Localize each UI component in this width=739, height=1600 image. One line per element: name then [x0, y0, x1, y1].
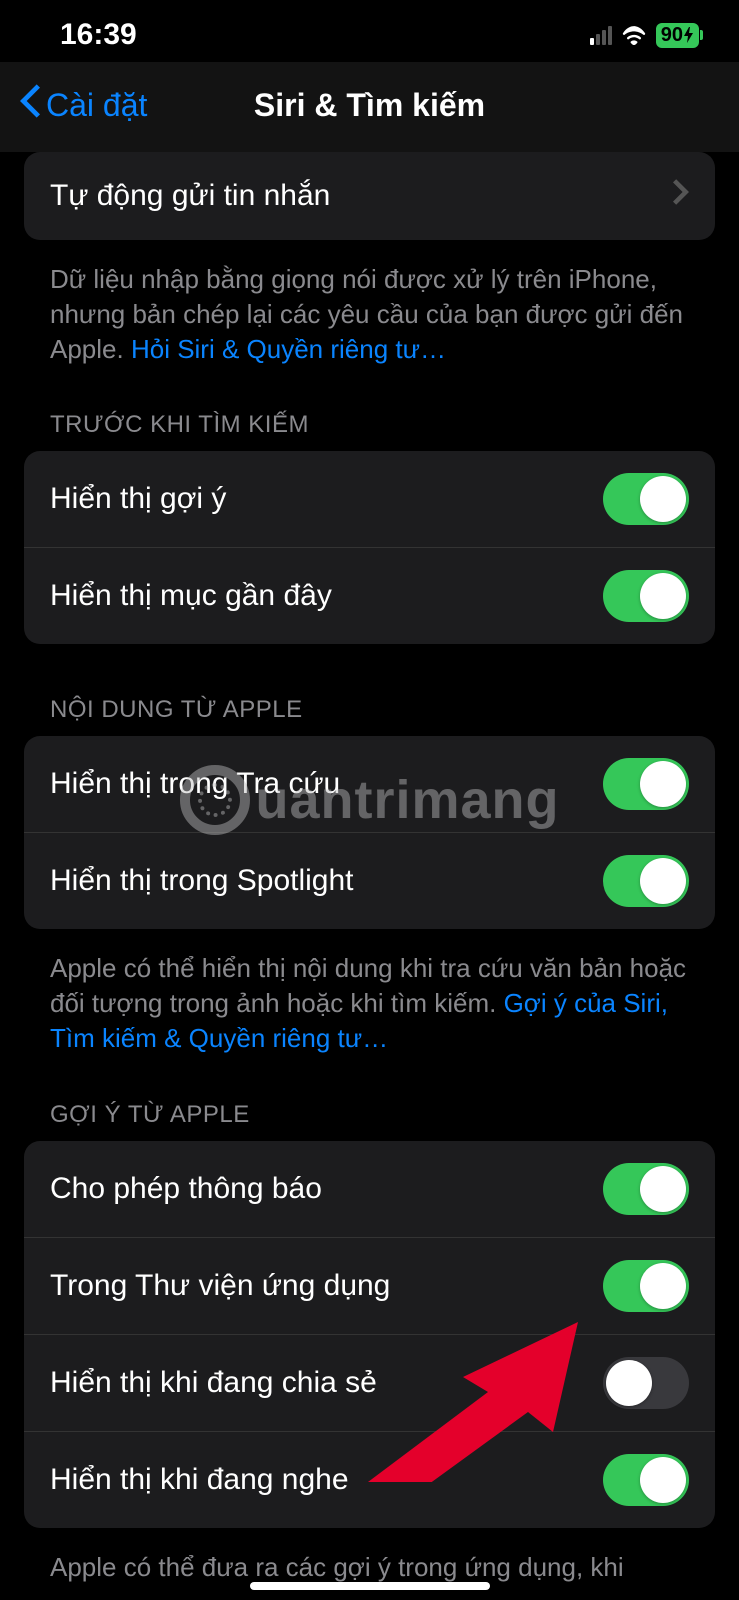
group-before-search: Hiển thị gợi ý Hiển thị mục gần đây: [24, 451, 715, 644]
toggle-show-in-lookup[interactable]: [603, 758, 689, 810]
row-label: Tự động gửi tin nhắn: [50, 179, 330, 213]
toggle-in-app-library[interactable]: [603, 1260, 689, 1312]
chevron-left-icon: [20, 84, 40, 126]
row-show-suggestions[interactable]: Hiển thị gợi ý: [24, 451, 715, 547]
row-allow-notifications[interactable]: Cho phép thông báo: [24, 1141, 715, 1237]
footer-bottom-cut: Apple có thể đưa ra các gợi ý trong ứng …: [24, 1536, 715, 1585]
wifi-icon: [620, 25, 648, 45]
back-label: Cài đặt: [46, 87, 147, 124]
page-title: Siri & Tìm kiếm: [254, 87, 485, 124]
section-header-apple-content: NỘI DUNG TỪ APPLE: [24, 652, 715, 736]
row-in-app-library[interactable]: Trong Thư viện ứng dụng: [24, 1237, 715, 1334]
cellular-signal-icon: [590, 26, 612, 45]
group-apple-content: Hiển thị trong Tra cứu Hiển thị trong Sp…: [24, 736, 715, 929]
status-time: 16:39: [60, 18, 137, 52]
back-button[interactable]: Cài đặt: [20, 84, 147, 126]
toggle-show-suggestions[interactable]: [603, 473, 689, 525]
row-show-when-listening[interactable]: Hiển thị khi đang nghe: [24, 1431, 715, 1528]
row-show-when-sharing[interactable]: Hiển thị khi đang chia sẻ: [24, 1334, 715, 1431]
row-label: Hiển thị trong Spotlight: [50, 864, 354, 898]
battery-indicator: 90: [656, 23, 699, 48]
section-header-apple-suggestions: GỢI Ý TỪ APPLE: [24, 1057, 715, 1141]
toggle-show-recents[interactable]: [603, 570, 689, 622]
row-label: Trong Thư viện ứng dụng: [50, 1269, 390, 1303]
chevron-right-icon: [673, 179, 689, 213]
toggle-allow-notifications[interactable]: [603, 1163, 689, 1215]
row-label: Hiển thị mục gần đây: [50, 579, 332, 613]
row-label: Hiển thị khi đang chia sẻ: [50, 1366, 377, 1400]
toggle-show-when-sharing[interactable]: [603, 1357, 689, 1409]
footer-apple-content: Apple có thể hiển thị nội dung khi tra c…: [24, 937, 715, 1056]
status-bar: 16:39 90: [0, 0, 739, 62]
row-label: Hiển thị gợi ý: [50, 482, 226, 516]
row-show-in-spotlight[interactable]: Hiển thị trong Spotlight: [24, 832, 715, 929]
link-siri-privacy[interactable]: Hỏi Siri & Quyền riêng tư…: [131, 334, 446, 364]
row-label: Hiển thị khi đang nghe: [50, 1463, 349, 1497]
row-auto-send-messages[interactable]: Tự động gửi tin nhắn: [24, 152, 715, 240]
nav-bar: Cài đặt Siri & Tìm kiếm: [0, 62, 739, 152]
toggle-show-in-spotlight[interactable]: [603, 855, 689, 907]
group-apple-suggestions: Cho phép thông báo Trong Thư viện ứng dụ…: [24, 1141, 715, 1528]
row-show-in-lookup[interactable]: Hiển thị trong Tra cứu: [24, 736, 715, 832]
status-right: 90: [590, 23, 699, 48]
row-label: Cho phép thông báo: [50, 1172, 322, 1206]
section-header-before-search: TRƯỚC KHI TÌM KIẾM: [24, 367, 715, 451]
footer-siri-privacy: Dữ liệu nhập bằng giọng nói được xử lý t…: [24, 248, 715, 367]
row-label: Hiển thị trong Tra cứu: [50, 767, 340, 801]
toggle-show-when-listening[interactable]: [603, 1454, 689, 1506]
home-indicator[interactable]: [250, 1582, 490, 1590]
row-show-recents[interactable]: Hiển thị mục gần đây: [24, 547, 715, 644]
group-auto-send: Tự động gửi tin nhắn: [24, 152, 715, 240]
